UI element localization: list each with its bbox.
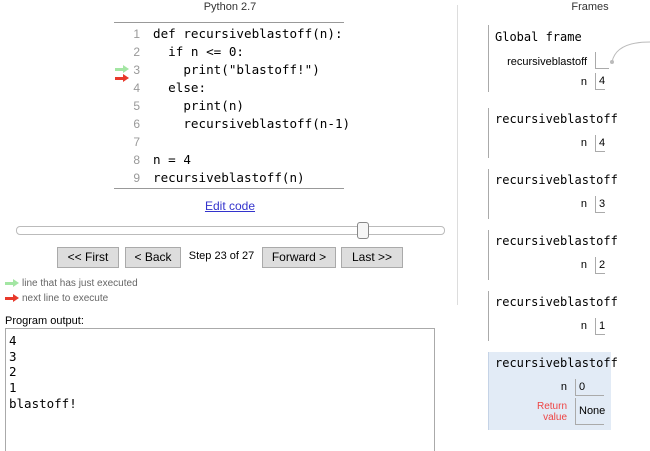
var-name: n (580, 137, 587, 149)
var-value: 0 (575, 379, 604, 396)
code-line: 3 print("blastoff!") (114, 61, 344, 79)
frames-title: Frames (571, 1, 609, 13)
step-counter: Step 23 of 27 (188, 250, 255, 262)
var-value: 2 (595, 257, 606, 274)
code-text: print(n) (153, 98, 244, 113)
just-executed-arrow-icon (115, 65, 129, 73)
line-number: 4 (133, 81, 140, 95)
code-line: 9 recursiveblastoff(n) (114, 169, 344, 187)
legend-red-arrow-icon (5, 294, 19, 302)
return-value-label: Return value (536, 401, 567, 423)
code-text: recursiveblastoff(n) (153, 170, 305, 185)
stack-frame: recursiveblastoff n 4 (488, 108, 618, 158)
code-text: if n <= 0: (153, 44, 244, 59)
back-button[interactable]: < Back (125, 247, 181, 268)
global-frame: Global frame recursiveblastoff n 4 (488, 25, 611, 92)
code-line: 8 n = 4 (114, 151, 344, 169)
line-number: 8 (133, 153, 140, 167)
var-name: n (580, 320, 587, 332)
var-name: n (580, 76, 587, 88)
line-number: 2 (133, 45, 140, 59)
stack-frame: recursiveblastoff n 2 (488, 230, 618, 280)
var-value: 4 (595, 73, 606, 90)
stack-frame: recursiveblastoff n 3 (488, 169, 618, 219)
last-button[interactable]: Last >> (341, 247, 403, 268)
edit-code-link[interactable]: Edit code (180, 199, 280, 213)
code-text: def recursiveblastoff(n): (153, 26, 343, 41)
output-label: Program output: (5, 315, 84, 327)
step-slider-track[interactable] (16, 226, 445, 235)
frame-name: Global frame (495, 30, 582, 44)
var-value: 4 (595, 135, 606, 152)
var-name: n (580, 259, 587, 271)
program-output-box[interactable]: 4 3 2 1 blastoff! (5, 328, 435, 451)
code-line: 6 recursiveblastoff(n-1) (114, 115, 350, 133)
code-text: n = 4 (153, 152, 191, 167)
var-value: 1 (595, 318, 606, 335)
line-number: 7 (133, 135, 140, 149)
legend-next-line: next line to execute (22, 293, 109, 304)
step-slider-handle[interactable] (357, 222, 369, 239)
frame-name: recursiveblastoff (495, 173, 618, 187)
code-text: print("blastoff!") (153, 62, 320, 77)
stack-frame: recursiveblastoff n 1 (488, 291, 618, 341)
var-value: 3 (595, 196, 606, 213)
line-number: 5 (133, 99, 140, 113)
var-name: n (580, 198, 587, 210)
frame-name: recursiveblastoff (495, 234, 618, 248)
code-line: 7 (114, 133, 344, 151)
frame-name: recursiveblastoff (495, 295, 618, 309)
code-line: 5 print(n) (114, 97, 344, 115)
language-label: Python 2.7 (203, 1, 257, 13)
line-number: 6 (133, 117, 140, 131)
first-button[interactable]: << First (57, 247, 119, 268)
var-name: recursiveblastoff (507, 56, 587, 68)
line-number: 1 (133, 27, 140, 41)
forward-button[interactable]: Forward > (262, 247, 336, 268)
panel-divider (457, 5, 458, 305)
code-text: recursiveblastoff(n-1) (153, 116, 351, 131)
var-name: n (560, 381, 567, 393)
program-output-text: 4 3 2 1 blastoff! (9, 333, 77, 411)
legend-just-executed: line that has just executed (22, 278, 138, 289)
code-line: 2 if n <= 0: (114, 43, 344, 61)
code-line: 1 def recursiveblastoff(n): (114, 25, 344, 43)
next-line-arrow-icon (115, 74, 129, 82)
legend-green-arrow-icon (5, 279, 19, 287)
active-stack-frame: recursiveblastoff n 0 Return value None (488, 352, 618, 430)
code-text: else: (153, 80, 207, 95)
var-value-pointer (595, 52, 609, 69)
code-line: 4 else: (114, 79, 344, 97)
frame-name: recursiveblastoff (495, 112, 618, 126)
function-pointer-arrow-icon (610, 41, 650, 64)
frame-name: recursiveblastoff (495, 356, 618, 370)
line-number: 9 (133, 171, 140, 185)
code-listing: 1 def recursiveblastoff(n): 2 if n <= 0:… (114, 22, 350, 189)
return-value: None (575, 398, 605, 425)
